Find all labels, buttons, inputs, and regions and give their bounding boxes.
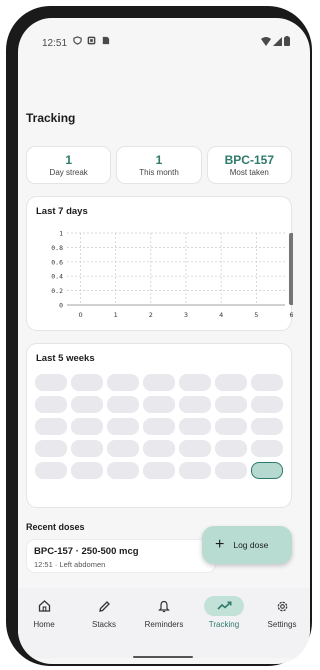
- heatmap-cell: [107, 374, 139, 391]
- stat-most-taken: BPC-157 Most taken: [206, 146, 292, 184]
- heatmap-cell: [107, 396, 139, 413]
- heatmap-cell: [215, 374, 247, 391]
- last-5-weeks-card: Last 5 weeks: [26, 343, 292, 508]
- heatmap-cell: [251, 440, 283, 457]
- signal-icon: [273, 36, 282, 46]
- wifi-icon: [261, 36, 271, 46]
- heatmap-cell: [251, 374, 283, 391]
- gear-icon: [277, 601, 287, 611]
- card-title: Last 5 weeks: [36, 353, 95, 364]
- y-tick-label: 0.2: [51, 287, 63, 295]
- battery-icon: [284, 36, 290, 46]
- nav-home[interactable]: Home: [18, 596, 74, 629]
- x-tick-label: 2: [149, 311, 153, 319]
- nav-settings[interactable]: Settings: [252, 596, 310, 629]
- stat-value: 1: [65, 153, 72, 167]
- x-tick-label: 1: [114, 311, 118, 319]
- nav-label: Settings: [267, 620, 297, 629]
- heatmap-cell: [35, 418, 67, 435]
- status-bar: 12:51: [18, 18, 310, 60]
- heatmap-cell: [143, 440, 175, 457]
- stat-label: Most taken: [229, 168, 269, 177]
- y-tick-label: 0.4: [51, 273, 63, 281]
- nav-label: Stacks: [91, 620, 116, 629]
- plus-icon: +: [215, 536, 225, 553]
- x-tick-label: 6: [289, 311, 293, 319]
- heatmap-cell: [215, 396, 247, 413]
- stats-row: 1 Day streak 1 This month BPC-157 Most t…: [26, 146, 292, 184]
- nav-stacks[interactable]: Stacks: [74, 596, 134, 629]
- page-title: Tracking: [26, 111, 76, 125]
- heatmap-cell: [143, 462, 175, 479]
- heatmap-cell: [251, 462, 283, 479]
- heatmap-cell: [35, 462, 67, 479]
- heatmap-cell: [35, 396, 67, 413]
- x-tick-label: 5: [254, 311, 258, 319]
- heatmap-cell: [143, 374, 175, 391]
- heatmap-cell: [179, 374, 211, 391]
- y-tick-label: 0: [59, 302, 63, 310]
- trending-icon: [216, 601, 231, 610]
- nav-label: Home: [33, 620, 55, 629]
- home-indicator: [133, 656, 193, 658]
- heatmap-cell: [179, 396, 211, 413]
- nav-label: Tracking: [208, 620, 240, 629]
- heatmap-cell: [179, 418, 211, 435]
- bell-icon: [158, 600, 170, 612]
- nav-tracking[interactable]: Tracking: [194, 596, 254, 629]
- y-tick-label: 0.8: [51, 244, 63, 252]
- x-tick-label: 4: [219, 311, 223, 319]
- stat-this-month: 1 This month: [116, 146, 202, 184]
- heatmap-cell: [251, 418, 283, 435]
- heatmap-cell: [215, 418, 247, 435]
- heatmap-cell: [35, 374, 67, 391]
- x-tick-label: 0: [78, 311, 82, 319]
- heatmap-cell: [107, 418, 139, 435]
- bottom-nav: Home Stacks Reminders Tracking Settings: [18, 588, 310, 658]
- stat-value: 1: [155, 153, 163, 167]
- last-7-days-chart: 0 0.2 0.4 0.6 0.8 1 0 1 2 3 4 5 6: [51, 230, 293, 319]
- x-tick-label: 3: [184, 311, 188, 319]
- nav-label: Reminders: [144, 620, 184, 629]
- phone-frame: 12:51 Tracking 1 Day streak 1 This month: [6, 6, 312, 666]
- pencil-icon: [98, 600, 110, 612]
- shield-icon: [73, 36, 82, 45]
- log-dose-label: Log dose: [233, 540, 269, 550]
- heatmap-cell: [143, 396, 175, 413]
- heatmap-cell: [71, 440, 103, 457]
- heatmap-cell: [107, 462, 139, 479]
- heatmap-cell: [71, 396, 103, 413]
- nav-reminders[interactable]: Reminders: [134, 596, 194, 629]
- square-icon: [87, 36, 96, 45]
- stat-day-streak: 1 Day streak: [26, 146, 112, 184]
- heatmap-cell: [107, 440, 139, 457]
- heatmap-cell: [71, 374, 103, 391]
- screen: 12:51 Tracking 1 Day streak 1 This month: [18, 18, 310, 664]
- heatmap-cell: [35, 440, 67, 457]
- heatmap-cell: [215, 440, 247, 457]
- y-tick-label: 0.6: [51, 258, 63, 266]
- y-tick-label: 1: [59, 230, 63, 238]
- status-time: 12:51: [42, 38, 68, 49]
- dose-name: BPC-157 · 250-500 mcg: [34, 546, 139, 557]
- home-icon: [38, 600, 50, 612]
- recent-doses-title: Recent doses: [26, 522, 85, 532]
- heatmap-cell: [71, 462, 103, 479]
- bar-6: [288, 233, 293, 305]
- heatmap-cell: [215, 462, 247, 479]
- dose-detail: 12:51 · Left abdomen: [34, 560, 106, 569]
- heatmap-cell: [179, 440, 211, 457]
- heatmap-cell: [143, 418, 175, 435]
- heatmap-cell: [179, 462, 211, 479]
- sim-icon: [102, 36, 110, 45]
- heatmap-cell: [251, 396, 283, 413]
- stat-value: BPC-157: [224, 153, 274, 167]
- last-7-days-card: Last 7 days 0 0.2 0.4 0.6 0.8 1 0 1 2 3 4 5 6: [26, 196, 293, 331]
- stat-label: Day streak: [49, 168, 88, 177]
- stat-label: This month: [139, 168, 179, 177]
- log-dose-button[interactable]: + Log dose: [202, 526, 292, 564]
- heatmap-cell: [71, 418, 103, 435]
- dose-item[interactable]: BPC-157 · 250-500 mcg 12:51 · Left abdom…: [26, 539, 216, 573]
